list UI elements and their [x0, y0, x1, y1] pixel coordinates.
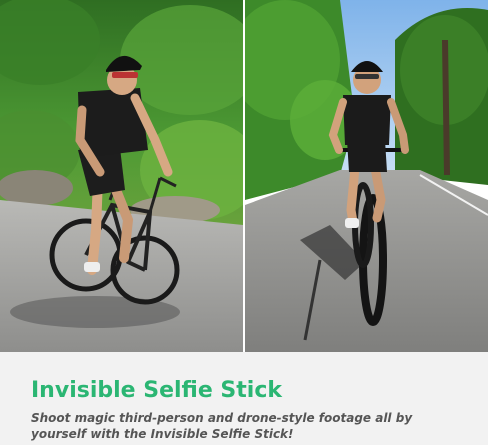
third-person-photo: [0, 0, 243, 352]
third-person-scene: [0, 0, 243, 352]
drone-style-photo: [245, 0, 488, 352]
headline: Invisible Selfie Stick: [31, 378, 283, 403]
subtext: Shoot magic third-person and drone-style…: [31, 411, 413, 441]
photo-row: [0, 0, 488, 352]
product-banner: Invisible Selfie Stick Shoot magic third…: [0, 0, 488, 445]
caption-panel: Invisible Selfie Stick Shoot magic third…: [0, 352, 488, 445]
drone-style-scene: [245, 0, 488, 352]
